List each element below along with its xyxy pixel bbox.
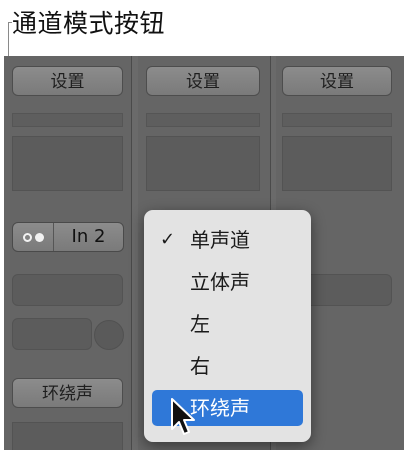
menu-item-label: 环绕声 (190, 396, 250, 420)
menu-item-label: 单声道 (190, 228, 250, 252)
arrow-cursor-icon (171, 398, 195, 435)
send-slot[interactable] (12, 274, 123, 306)
settings-button[interactable]: 设置 (146, 66, 260, 96)
strip-header-bar (12, 113, 123, 127)
insert-slot[interactable] (282, 136, 392, 191)
input-slot-button[interactable]: In 2 (54, 223, 123, 251)
settings-button[interactable]: 设置 (282, 66, 392, 96)
channel-strip-1: 设置 环绕声 (4, 56, 132, 450)
menu-item-right[interactable]: 右 (152, 348, 303, 384)
checkmark-icon: ✓ (160, 229, 176, 250)
channel-mode-button[interactable]: In 2 (12, 222, 124, 252)
insert-slot[interactable] (146, 136, 260, 191)
menu-item-label: 左 (190, 312, 210, 336)
menu-item-mono[interactable]: ✓ 单声道 (152, 222, 303, 258)
fader-area[interactable] (12, 422, 123, 450)
menu-item-label: 右 (190, 354, 210, 378)
callout-label: 通道模式按钮 (12, 9, 166, 38)
insert-slot[interactable] (12, 136, 123, 191)
menu-item-label: 立体声 (190, 270, 250, 294)
mono-stereo-dots-icon[interactable] (13, 223, 54, 251)
strip-header-bar (146, 113, 260, 127)
output-button[interactable]: 环绕声 (12, 378, 123, 408)
filled-dot-icon (34, 232, 44, 242)
strip-header-bar (282, 113, 392, 127)
pan-knob[interactable] (94, 320, 124, 350)
output-slot-empty[interactable] (12, 318, 92, 350)
menu-item-stereo[interactable]: 立体声 (152, 264, 303, 300)
settings-button[interactable]: 设置 (12, 66, 123, 96)
hollow-dot-icon (22, 232, 32, 242)
menu-item-left[interactable]: 左 (152, 306, 303, 342)
